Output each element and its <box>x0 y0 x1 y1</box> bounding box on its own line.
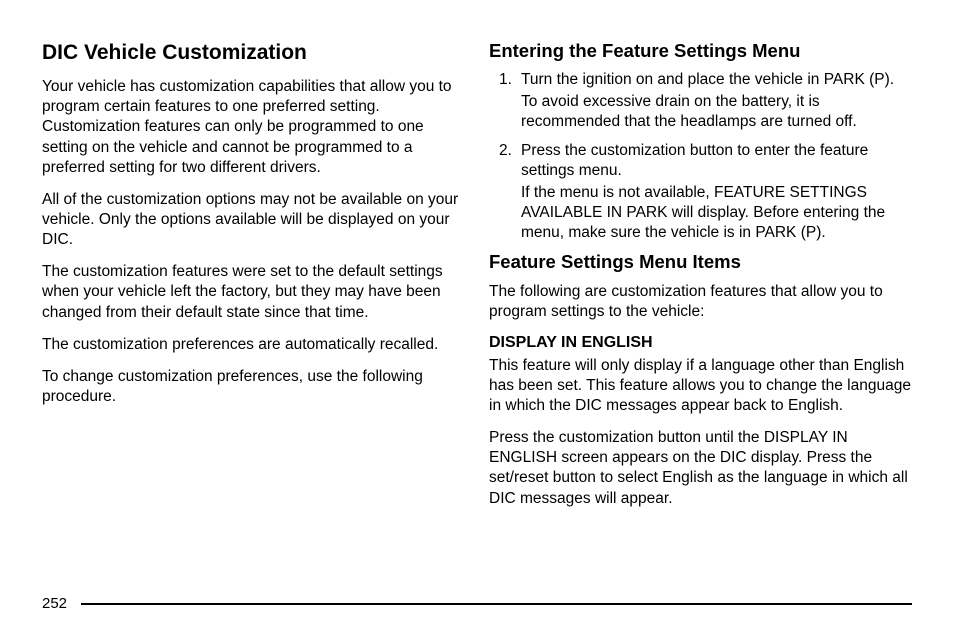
body-paragraph: This feature will only display if a lang… <box>489 356 912 416</box>
body-paragraph: To change customization preferences, use… <box>42 367 465 407</box>
step-note: To avoid excessive drain on the battery,… <box>521 92 912 132</box>
feature-title: DISPLAY IN ENGLISH <box>489 334 912 352</box>
step-item: 2. Press the customization button to ent… <box>489 141 912 244</box>
body-paragraph: All of the customization options may not… <box>42 190 465 250</box>
step-text: Turn the ignition on and place the vehic… <box>521 71 894 88</box>
step-item: 1. Turn the ignition on and place the ve… <box>489 70 912 132</box>
right-column: Entering the Feature Settings Menu 1. Tu… <box>489 40 912 585</box>
page-number: 252 <box>42 595 67 612</box>
step-note: If the menu is not available, FEATURE SE… <box>521 183 912 243</box>
body-paragraph: The customization features were set to t… <box>42 262 465 322</box>
subsection-heading: Feature Settings Menu Items <box>489 251 912 273</box>
step-text: Press the customization button to enter … <box>521 142 868 179</box>
page-footer: 252 <box>42 595 912 612</box>
step-marker: 2. <box>499 141 512 161</box>
body-paragraph: The customization preferences are automa… <box>42 335 465 355</box>
step-marker: 1. <box>499 70 512 90</box>
body-paragraph: The following are customization features… <box>489 282 912 322</box>
section-heading: DIC Vehicle Customization <box>42 40 465 65</box>
body-paragraph: Press the customization button until the… <box>489 428 912 509</box>
left-column: DIC Vehicle Customization Your vehicle h… <box>42 40 465 585</box>
footer-rule <box>81 603 912 605</box>
two-column-layout: DIC Vehicle Customization Your vehicle h… <box>42 40 912 585</box>
numbered-steps: 1. Turn the ignition on and place the ve… <box>489 70 912 243</box>
subsection-heading: Entering the Feature Settings Menu <box>489 40 912 62</box>
body-paragraph: Your vehicle has customization capabilit… <box>42 77 465 178</box>
